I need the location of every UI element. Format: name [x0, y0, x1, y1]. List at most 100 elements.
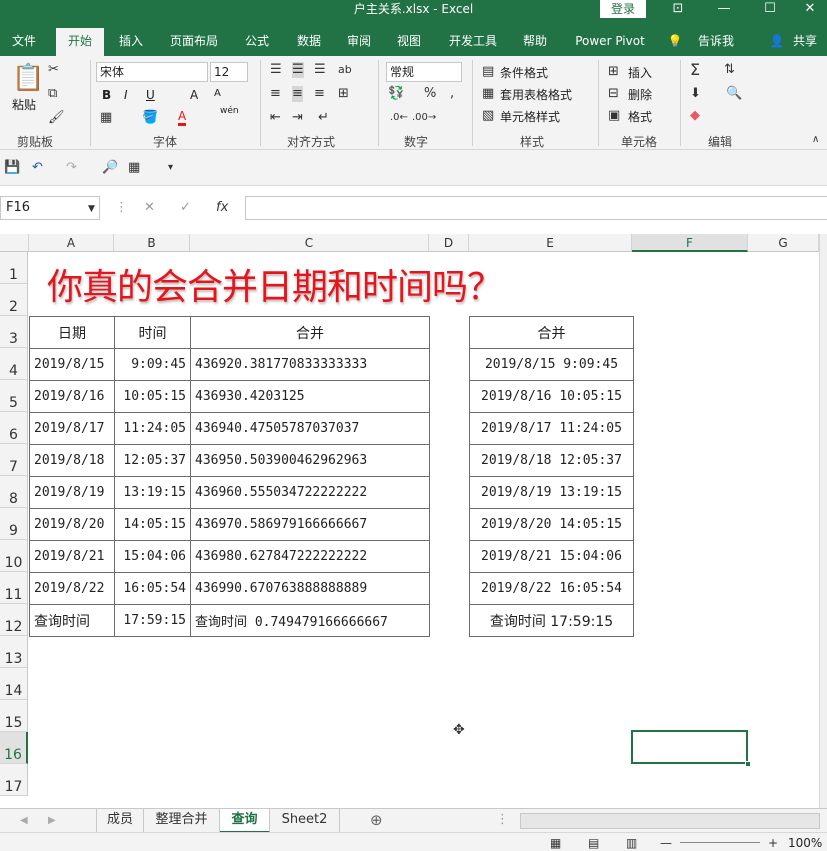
cell-time[interactable]: 15:04:06	[114, 540, 191, 573]
row-header[interactable]: 13	[0, 636, 28, 668]
delete-cells-button[interactable]: 删除	[628, 86, 652, 103]
align-center-icon[interactable]: ≡	[292, 86, 303, 102]
column-header-g[interactable]: G	[748, 234, 819, 252]
cell-styles-icon[interactable]: ▧	[482, 108, 494, 124]
row-header[interactable]: 4	[0, 348, 28, 380]
column-header-b[interactable]: B	[114, 234, 190, 252]
tell-me-box[interactable]: 告诉我	[692, 28, 740, 56]
row-header[interactable]: 1	[0, 252, 28, 284]
row-header[interactable]: 3	[0, 316, 28, 348]
active-cell-f16[interactable]	[631, 730, 748, 764]
undo-icon[interactable]: ↶	[32, 160, 43, 176]
increase-decimal-icon[interactable]: .0←	[390, 110, 408, 126]
normal-view-icon[interactable]: ▦	[550, 835, 561, 851]
cell-time[interactable]: 16:05:54	[114, 572, 191, 605]
cell-time[interactable]: 10:05:15	[114, 380, 191, 413]
cell-merged[interactable]: 436920.381770833333333	[190, 348, 430, 381]
add-sheet-icon[interactable]: ⊕	[370, 812, 383, 828]
tab-view[interactable]: 视图	[386, 28, 432, 56]
increase-indent-icon[interactable]: ⇥	[292, 110, 303, 126]
cell-time[interactable]: 9:09:45	[114, 348, 191, 381]
phonetic-button[interactable]: wén	[220, 106, 239, 116]
insert-cells-button[interactable]: 插入	[628, 64, 652, 81]
header-merged-result[interactable]: 合并	[469, 316, 634, 349]
format-cells-icon[interactable]: ▣	[608, 108, 620, 124]
column-header-c[interactable]: C	[190, 234, 429, 252]
underline-button[interactable]: U	[146, 88, 155, 102]
cell-date[interactable]: 2019/8/17	[29, 412, 115, 445]
horizontal-scrollbar[interactable]	[520, 813, 820, 829]
cell-merged-result[interactable]: 2019/8/17 11:24:05	[469, 412, 634, 445]
maximize-icon[interactable]: ☐	[750, 0, 790, 18]
cut-icon[interactable]: ✂	[48, 62, 59, 78]
borders-icon[interactable]: ▦	[100, 110, 112, 126]
tab-power-pivot[interactable]: Power Pivot	[566, 28, 654, 56]
column-header-f[interactable]: F	[632, 234, 748, 252]
tab-insert[interactable]: 插入	[108, 28, 154, 56]
cell-merged[interactable]: 436930.4203125	[190, 380, 430, 413]
cell-merged-result[interactable]: 2019/8/20 14:05:15	[469, 508, 634, 541]
cell-merged[interactable]: 436970.586979166666667	[190, 508, 430, 541]
column-header-d[interactable]: D	[429, 234, 469, 252]
align-right-icon[interactable]: ≡	[314, 86, 325, 102]
cancel-icon[interactable]: ✕	[144, 200, 155, 216]
insert-function-icon[interactable]: fx	[216, 200, 228, 216]
row-header[interactable]: 5	[0, 380, 28, 412]
signin-button[interactable]: 登录	[600, 0, 646, 18]
close-icon[interactable]: ✕	[790, 0, 827, 18]
clear-icon[interactable]: ◆	[690, 108, 700, 124]
sort-filter-icon[interactable]: ⇅	[724, 62, 735, 78]
ribbon-display-icon[interactable]: ⊡	[658, 0, 698, 18]
bold-button[interactable]: B	[102, 88, 111, 102]
tab-page-layout[interactable]: 页面布局	[162, 28, 226, 56]
name-box[interactable]: F16	[0, 196, 100, 220]
shrink-font-button[interactable]: A	[214, 88, 221, 99]
merge-center-icon[interactable]: ⊞	[338, 86, 349, 102]
collapse-ribbon-icon[interactable]: ∧	[812, 132, 819, 148]
zoom-out-icon[interactable]: —	[660, 835, 672, 851]
tab-formulas[interactable]: 公式	[234, 28, 280, 56]
italic-button[interactable]: I	[124, 88, 128, 102]
cell-query-merged[interactable]: 查询时间 0.749479166666667	[190, 604, 430, 637]
align-bottom-icon[interactable]: ☰	[314, 62, 326, 78]
scroll-sheets-left-icon[interactable]: ◀	[20, 813, 28, 829]
page-layout-view-icon[interactable]: ▤	[588, 835, 599, 851]
copy-icon[interactable]: ⧉	[48, 86, 57, 102]
format-icon[interactable]: ▦	[128, 160, 140, 176]
cell-merged-result[interactable]: 2019/8/22 16:05:54	[469, 572, 634, 605]
cell-time[interactable]: 11:24:05	[114, 412, 191, 445]
cell-merged-result[interactable]: 2019/8/21 15:04:06	[469, 540, 634, 573]
print-preview-icon[interactable]: 🔎	[102, 160, 118, 176]
column-header-e[interactable]: E	[469, 234, 632, 252]
sheet-tab-members[interactable]: 成员	[96, 809, 144, 833]
zoom-slider[interactable]	[680, 842, 760, 843]
comma-style-icon[interactable]: ,	[450, 86, 454, 102]
font-color-button[interactable]: A	[178, 110, 187, 126]
font-name-dropdown[interactable]: 宋体	[96, 62, 208, 82]
row-header[interactable]: 2	[0, 284, 28, 316]
zoom-level[interactable]: 100%	[788, 836, 822, 850]
save-icon[interactable]: 💾	[4, 160, 20, 176]
row-header[interactable]: 15	[0, 700, 28, 732]
cell-time[interactable]: 14:05:15	[114, 508, 191, 541]
page-break-view-icon[interactable]: ▥	[626, 835, 637, 851]
paste-button[interactable]: 粘贴	[12, 96, 36, 113]
format-as-table-button[interactable]: 套用表格格式	[500, 86, 572, 103]
cell-query-label[interactable]: 查询时间	[29, 604, 115, 637]
scroll-sheets-right-icon[interactable]: ▶	[48, 813, 56, 829]
fill-color-icon[interactable]: 🪣	[142, 110, 158, 126]
header-merged[interactable]: 合并	[190, 316, 430, 349]
fill-icon[interactable]: ⬇	[690, 86, 701, 102]
row-header[interactable]: 12	[0, 604, 28, 636]
cell-date[interactable]: 2019/8/18	[29, 444, 115, 477]
conditional-format-icon[interactable]: ▤	[482, 64, 494, 80]
column-header-a[interactable]: A	[29, 234, 114, 252]
name-box-dropdown-icon[interactable]: ▼	[88, 201, 95, 217]
select-all-corner[interactable]	[0, 234, 29, 252]
percent-icon[interactable]: %	[424, 86, 436, 102]
row-header[interactable]: 6	[0, 412, 28, 444]
font-size-dropdown[interactable]: 12	[210, 62, 248, 82]
sheet-tab-sheet2[interactable]: Sheet2	[270, 809, 340, 833]
cell-time[interactable]: 12:05:37	[114, 444, 191, 477]
cell-merged[interactable]: 436950.503900462962963	[190, 444, 430, 477]
